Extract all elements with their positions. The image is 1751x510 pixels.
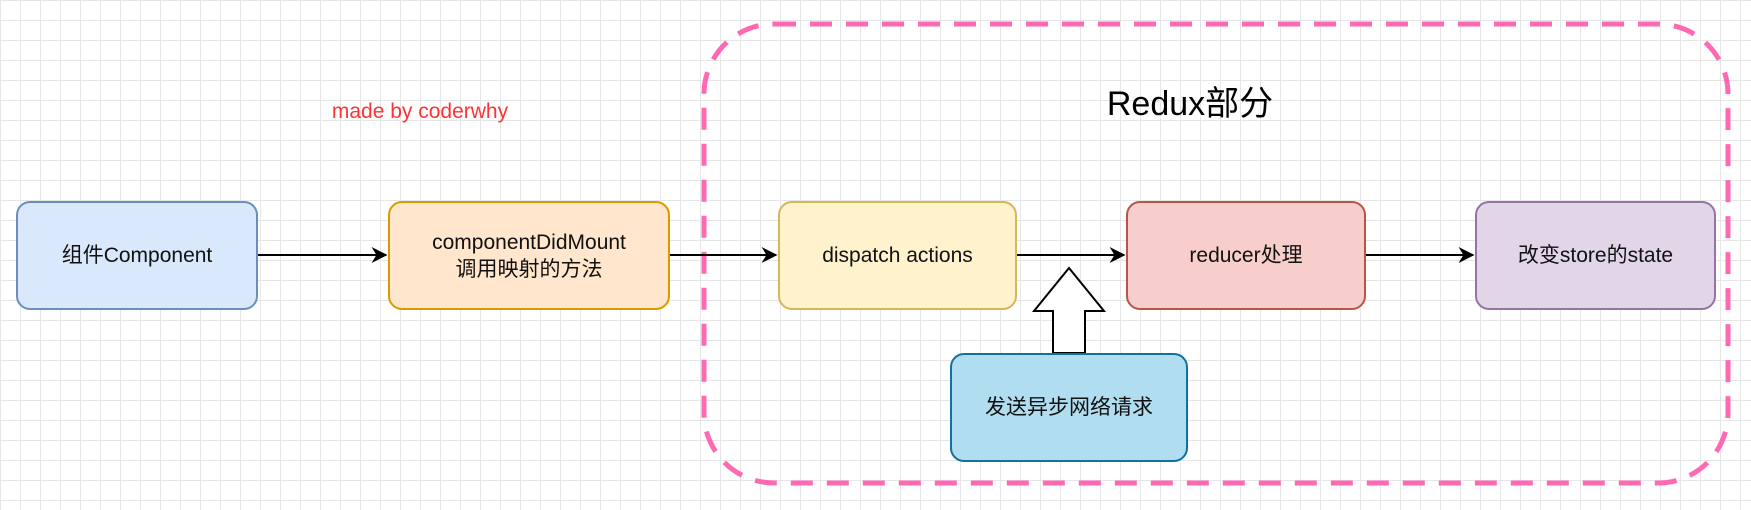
watermark-text: made by coderwhy bbox=[331, 100, 509, 123]
redux-region-title: Redux部分 bbox=[1106, 85, 1274, 123]
node-component-did-mount: componentDidMount 调用映射的方法 bbox=[388, 201, 670, 310]
node-dispatch-actions: dispatch actions bbox=[778, 201, 1017, 310]
node-component: 组件Component bbox=[16, 201, 258, 310]
node-store-state: 改变store的state bbox=[1475, 201, 1716, 310]
block-arrow-async-to-dispatch-edge bbox=[1031, 266, 1107, 354]
diagram-canvas: Redux部分 made by coderwhy 组件Component com… bbox=[0, 0, 1751, 510]
node-reducer: reducer处理 bbox=[1126, 201, 1366, 310]
node-async-request: 发送异步网络请求 bbox=[950, 353, 1188, 462]
